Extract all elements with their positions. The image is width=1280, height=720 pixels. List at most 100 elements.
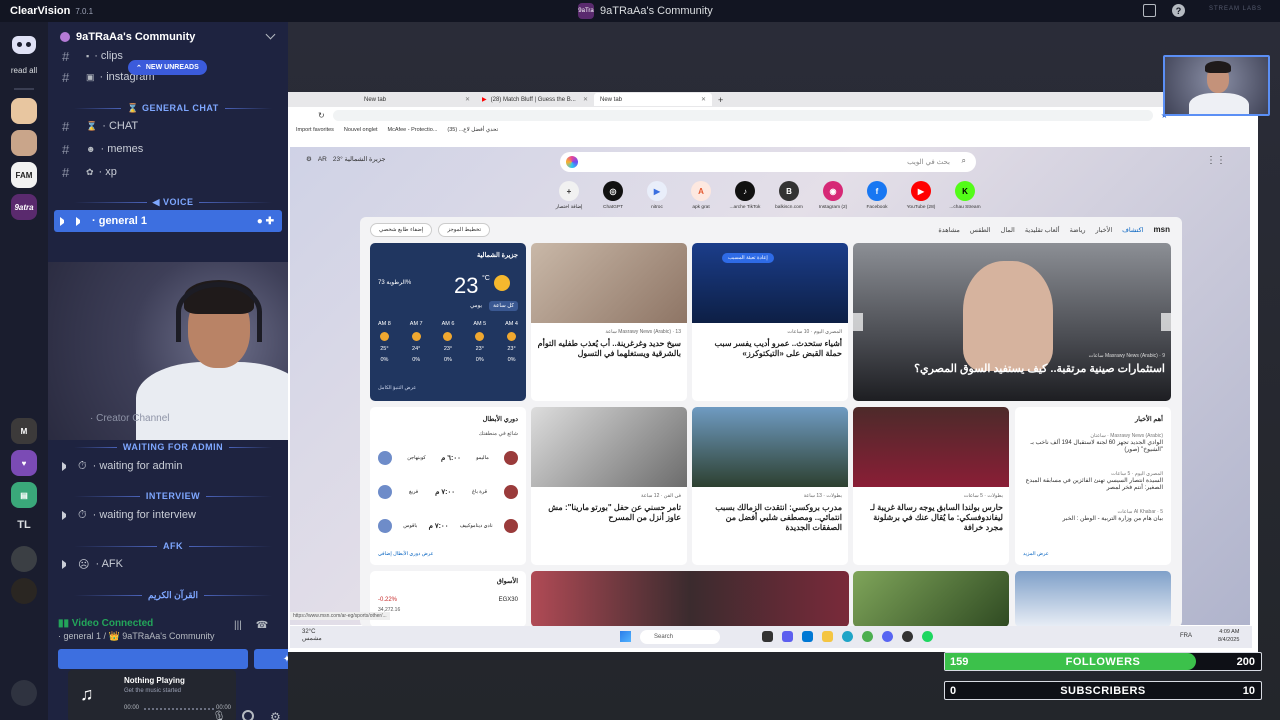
news-badge[interactable]: إعادة تعبئة المسبب (722, 253, 774, 263)
shortcut-7[interactable]: f Facebook (860, 181, 894, 210)
new-unreads-button[interactable]: ⌃ NEW UNREADS (128, 60, 207, 75)
taskbar-search[interactable]: Search (640, 630, 720, 644)
copilot-taskbar-icon[interactable] (782, 631, 793, 642)
headphones-icon[interactable] (241, 710, 254, 720)
carousel-next-button[interactable] (1161, 313, 1171, 331)
channel-chat[interactable]: # ⌛ · CHAT (56, 116, 280, 136)
task-view-icon[interactable] (762, 631, 773, 642)
match-row[interactable]: فريغ ٧:٠٠ م قرة باغ (378, 481, 518, 503)
windows-start-icon[interactable] (620, 631, 631, 642)
shortcut-1[interactable]: ◎ ChatGPT (596, 181, 630, 210)
voice-channel-afk[interactable]: ☹ · AFK (56, 554, 280, 574)
top-news-item[interactable]: المصري اليوم · 5 ساعات السيدة انتصار السي… (1023, 471, 1163, 493)
new-tab-icon[interactable]: + (718, 95, 723, 105)
server-purple-icon[interactable]: ♥ (11, 450, 37, 476)
discord-taskbar-icon[interactable] (882, 631, 893, 642)
chat-bubble-icon[interactable]: ● ✚ (257, 216, 274, 227)
top-news-item[interactable]: Masrawy News (Arabic) · ساعتان الوادي الج… (1023, 433, 1163, 455)
tab-daily[interactable]: يومي (470, 303, 482, 309)
store-icon[interactable] (802, 631, 813, 642)
user-avatar[interactable] (11, 680, 37, 706)
news-card-2[interactable]: إعادة تعبئة المسبب المصري اليوم · 10 ساع… (692, 243, 848, 401)
chrome-icon[interactable] (862, 631, 873, 642)
server-1-icon[interactable] (11, 98, 37, 124)
category-general-chat[interactable]: ⌛ GENERAL CHAT (68, 101, 278, 115)
weather-short[interactable]: 23° جزيرة الشمالية (333, 155, 386, 163)
favorite-new-tab[interactable]: Nouvel onglet (344, 127, 378, 133)
shortcut-8[interactable]: ▶ YouTube (28) (904, 181, 938, 210)
hero-news-card[interactable]: Masrawy News (Arabic) · 9 ساعات استثمارا… (853, 243, 1171, 401)
music-progress-bar[interactable] (144, 708, 214, 710)
tab-hourly[interactable]: كل ساعة (489, 301, 518, 311)
match-row[interactable]: كوبنهاجن ٦:٠٠ م ماليمو (378, 447, 518, 469)
server-m-icon[interactable]: M (11, 418, 37, 444)
chevron-down-icon[interactable] (265, 29, 276, 40)
msn-logo[interactable]: msn (1154, 225, 1170, 234)
discord-icon[interactable] (12, 36, 36, 54)
voice-channel-general-1[interactable]: · general 1 ● ✚ (54, 210, 282, 232)
server-avatar-icon[interactable] (11, 546, 37, 572)
shortcut-6[interactable]: ◉ Instagram (2) (816, 181, 850, 210)
close-icon[interactable]: ✕ (583, 96, 588, 103)
tab-match-bluff[interactable]: ▶ (28) Match Bluff | Guess the B... ✕ (476, 93, 594, 106)
server-9atra-icon[interactable]: 9atra (11, 194, 37, 220)
news-card-6[interactable]: بطولات · 5 ساعات حارس بولندا السابق يوجه… (853, 407, 1009, 565)
noise-suppression-icon[interactable]: ||| (234, 620, 242, 631)
refresh-icon[interactable]: ↻ (318, 111, 325, 120)
shortcut-3[interactable]: Aapk grat (684, 181, 718, 210)
feed-tab-4[interactable]: ألعاب تقليدية (1025, 226, 1060, 234)
champions-league-card[interactable]: دوري الأبطال شائع في منطقتك كوبنهاجن ٦:٠٠… (370, 407, 526, 565)
tab-new-1[interactable]: New tab ✕ (358, 93, 476, 106)
top-news-card[interactable]: أهم الأخبار Masrawy News (Arabic) · ساعت… (1015, 407, 1171, 565)
shortcut-2[interactable]: ▶ nitroc (640, 181, 674, 210)
category-waiting-admin[interactable]: WAITING FOR ADMIN (68, 440, 278, 454)
shortcut-0[interactable]: + إضافة اختصار (552, 181, 586, 210)
feed-tab-7[interactable]: مشاهدة (938, 226, 960, 234)
favorite-mcafee[interactable]: McAfee - Protectio... (388, 127, 438, 133)
apps-grid-icon[interactable]: ⋮⋮ (1206, 155, 1226, 166)
personalize-button[interactable]: إضفاء طابع شخصي (370, 223, 433, 237)
server-dark-icon[interactable] (11, 578, 37, 604)
category-interview[interactable]: INTERVIEW (68, 489, 278, 503)
news-card-1[interactable]: Masrawy News (Arabic) · 13 ساعة سيخ حديد… (531, 243, 687, 401)
category-quran[interactable]: القرآن الكريم (68, 588, 278, 602)
full-forecast-link[interactable]: عرض التنبؤ الكامل (378, 385, 416, 391)
copilot-icon[interactable] (566, 156, 578, 168)
disconnect-icon[interactable]: ☎ (256, 620, 268, 631)
news-card-9[interactable] (1015, 571, 1171, 627)
feed-tab-3[interactable]: رياضة (1070, 226, 1086, 234)
voice-channel-waiting-admin[interactable]: ⏱ · waiting for admin (56, 456, 280, 476)
category-voice[interactable]: ◀ VOICE (68, 195, 278, 209)
voice-channel-interview[interactable]: ⏱ · waiting for interview (56, 505, 280, 525)
help-icon[interactable]: ? (1172, 4, 1185, 17)
feed-tab-1[interactable]: اكتشاف (1122, 226, 1143, 234)
inbox-icon[interactable] (1143, 4, 1156, 17)
server-green-icon[interactable]: ▤ (11, 482, 37, 508)
see-more-link[interactable]: عرض المزيد (1023, 551, 1049, 557)
spotify-icon[interactable] (922, 631, 933, 642)
top-news-item[interactable]: Al Khabar · 5 ساعات بيان هام من وزارة الت… (1023, 509, 1163, 523)
taskbar-weather[interactable]: 32°C مشمس (302, 629, 322, 642)
voice-status[interactable]: ▮▮ Video Connected (58, 618, 153, 629)
obs-icon[interactable] (902, 631, 913, 642)
favorite-import[interactable]: Import favorites (296, 127, 334, 133)
search-icon[interactable]: ⌕ (962, 156, 966, 166)
shortcut-9[interactable]: K ...chau Stream (948, 181, 982, 210)
server-2-icon[interactable] (11, 130, 37, 156)
category-afk[interactable]: AFK (68, 539, 278, 553)
microphone-icon[interactable]: 🎙 (212, 710, 226, 720)
shortcut-5[interactable]: Bbalkiscn.com (772, 181, 806, 210)
server-fam-icon[interactable]: FAM (11, 162, 37, 188)
league-more-link[interactable]: عرض دوري الأبطال إضافي (378, 551, 434, 557)
voice-channel-creator[interactable]: · Creator Channel (56, 408, 280, 428)
region-label[interactable]: AR (318, 156, 327, 163)
gear-icon[interactable]: ⚙ (306, 155, 312, 163)
shortcut-4[interactable]: ♪ ...arche TikTok (728, 181, 762, 210)
address-bar[interactable] (332, 110, 1153, 121)
input-language[interactable]: FRA (1180, 633, 1192, 639)
close-icon[interactable]: ✕ (465, 96, 470, 103)
news-card-7[interactable] (531, 571, 849, 627)
gear-icon[interactable]: ⚙ (270, 710, 281, 720)
news-card-5[interactable]: بطولات · 13 ساعة مدرب بروكسي: انتقدت الز… (692, 407, 848, 565)
news-card-4[interactable]: في الفن · 12 ساعة تامر حسني عن حفل "بورت… (531, 407, 687, 565)
